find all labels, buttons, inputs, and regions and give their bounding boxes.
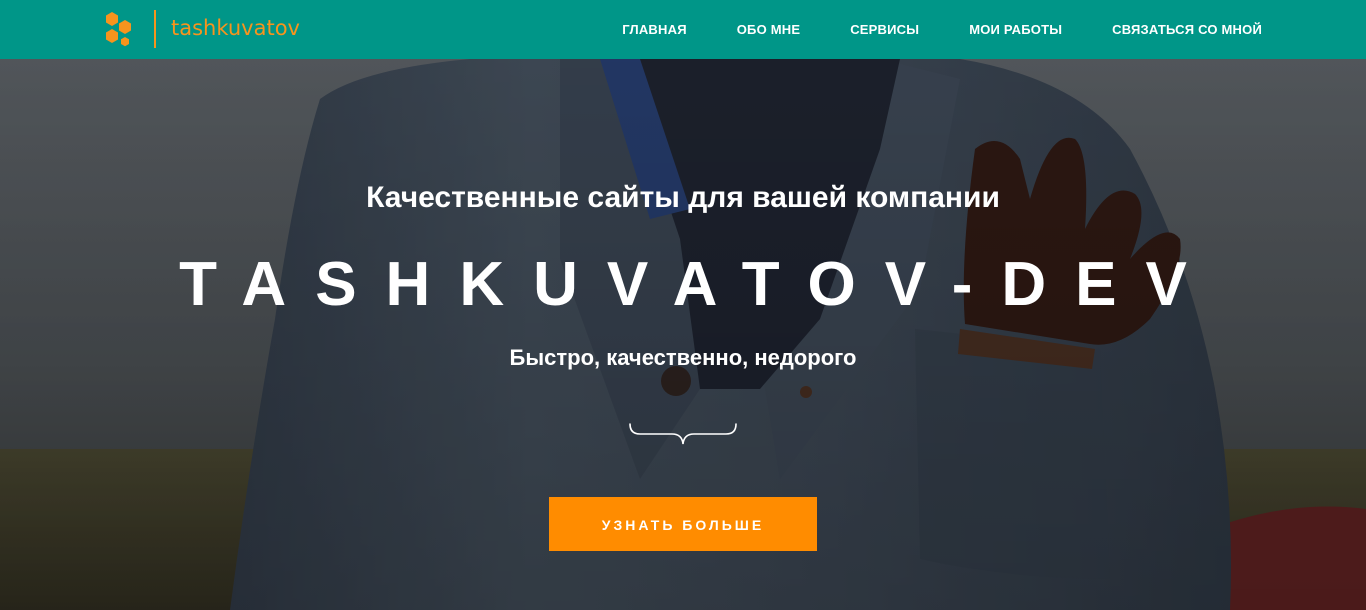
- hexagon-cluster-icon: [106, 12, 131, 47]
- hero-tagline: Быстро, качественно, недорого: [509, 345, 857, 370]
- hero-subtitle: Качественные сайты для вашей компании: [366, 181, 1000, 214]
- page: tashkuvatov ГЛАВНАЯ ОБО МНЕ СЕРВИСЫ МОИ …: [0, 0, 1366, 610]
- brand-name: tashkuvatov: [171, 16, 300, 40]
- site-header: tashkuvatov ГЛАВНАЯ ОБО МНЕ СЕРВИСЫ МОИ …: [0, 0, 1366, 59]
- nav-item-home[interactable]: ГЛАВНАЯ: [622, 22, 686, 37]
- nav-item-contact[interactable]: СВЯЗАТЬСЯ СО МНОЙ: [1112, 22, 1262, 37]
- main-nav: ГЛАВНАЯ ОБО МНЕ СЕРВИСЫ МОИ РАБОТЫ СВЯЗА…: [572, 0, 1262, 59]
- hero-title: TASHKUVATOV-DEV: [179, 250, 1216, 319]
- curly-brace-icon: [629, 423, 737, 445]
- nav-item-about[interactable]: ОБО МНЕ: [737, 22, 800, 37]
- nav-item-works[interactable]: МОИ РАБОТЫ: [969, 22, 1062, 37]
- logo-divider: [154, 10, 156, 48]
- logo-link[interactable]: tashkuvatov: [104, 9, 300, 49]
- learn-more-button[interactable]: УЗНАТЬ БОЛЬШЕ: [549, 497, 817, 551]
- nav-item-services[interactable]: СЕРВИСЫ: [850, 22, 919, 37]
